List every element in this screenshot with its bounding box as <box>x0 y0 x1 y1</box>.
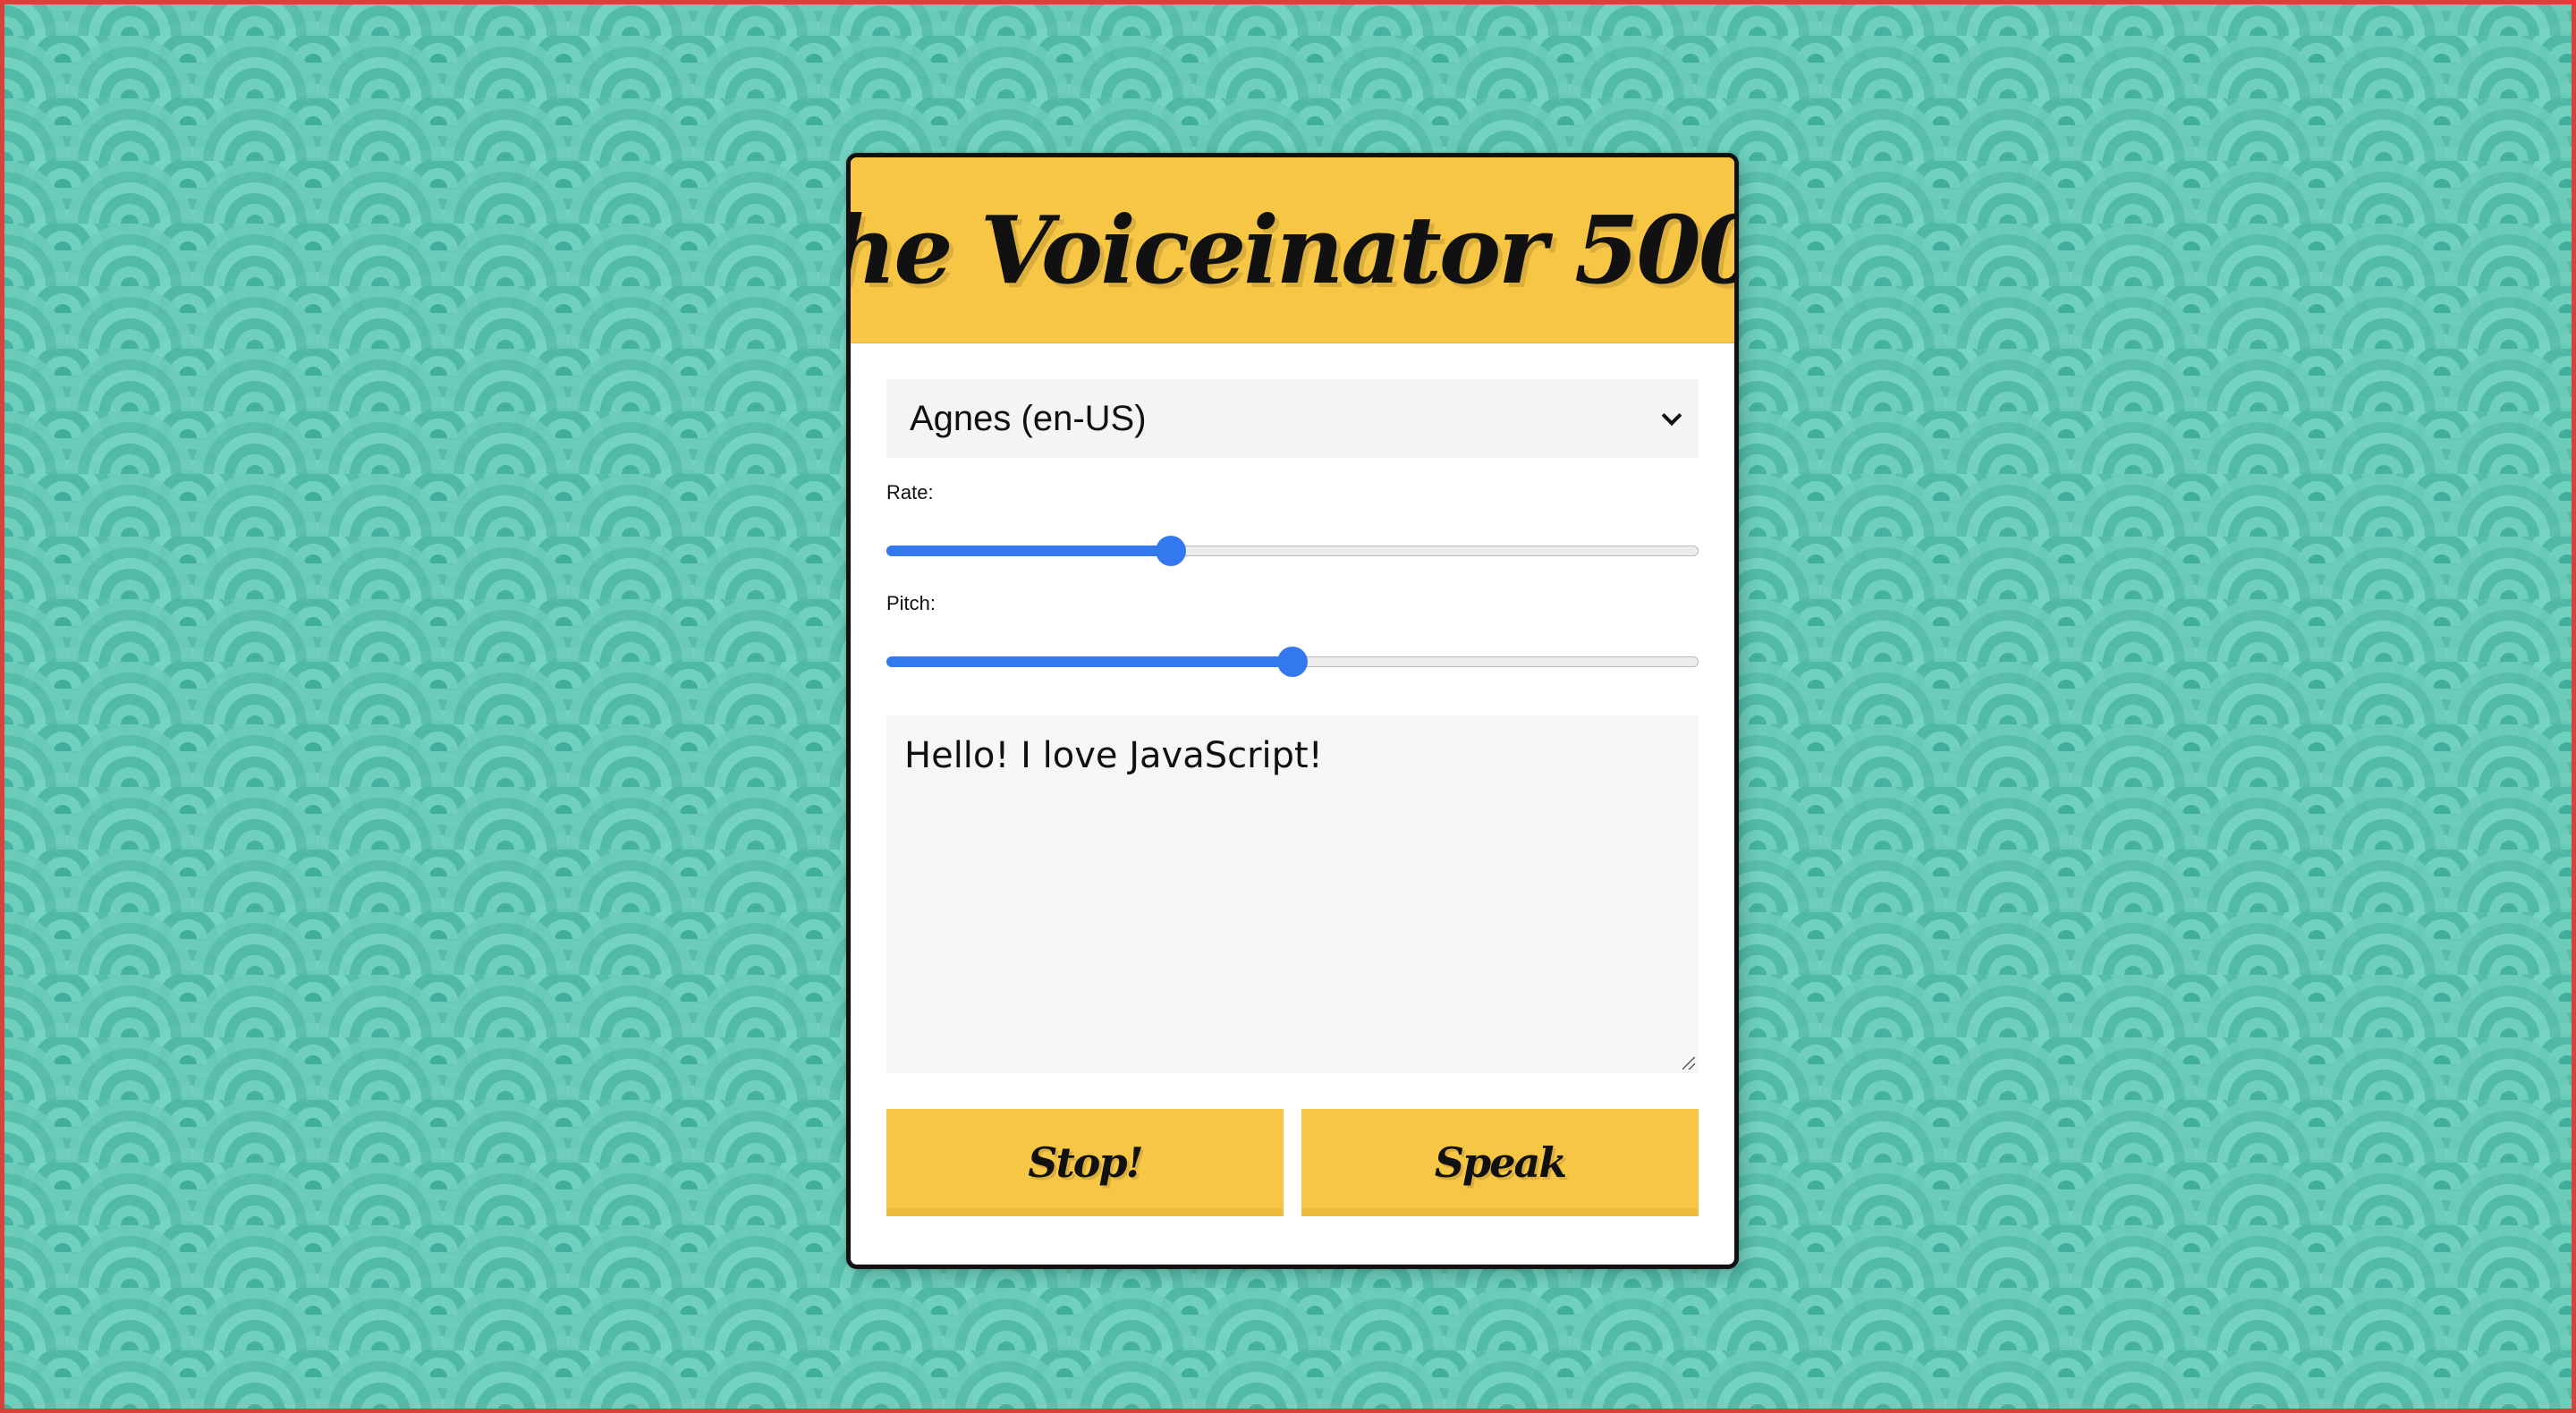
message-textarea[interactable]: Hello! I love JavaScript! <box>886 715 1699 1073</box>
stop-button[interactable]: Stop! <box>886 1109 1284 1216</box>
voiceinator-card: The Voiceinator 5000 Agnes (en-US) Rate:… <box>846 153 1739 1269</box>
rate-slider-fill <box>886 546 1171 556</box>
voice-select[interactable]: Agnes (en-US) <box>886 379 1699 458</box>
voice-select-wrapper: Agnes (en-US) <box>886 379 1699 458</box>
pitch-label: Pitch: <box>886 592 936 614</box>
pitch-slider-fill <box>886 656 1292 667</box>
rate-slider-thumb[interactable] <box>1155 536 1186 566</box>
pitch-slider-thumb[interactable] <box>1277 647 1308 677</box>
message-wrapper: Hello! I love JavaScript! <box>886 715 1699 1073</box>
app-title: The Voiceinator 5000 <box>851 195 1734 305</box>
card-header: The Voiceinator 5000 <box>851 157 1734 343</box>
button-row: Stop! Speak <box>886 1109 1699 1216</box>
pitch-slider[interactable] <box>886 644 1699 680</box>
resize-handle-icon[interactable] <box>1682 1057 1695 1070</box>
rate-slider[interactable] <box>886 533 1699 569</box>
rate-label: Rate: <box>886 481 934 503</box>
card-body: Agnes (en-US) Rate: Pitch: Hello! I love… <box>851 343 1734 1216</box>
speak-button[interactable]: Speak <box>1301 1109 1699 1216</box>
